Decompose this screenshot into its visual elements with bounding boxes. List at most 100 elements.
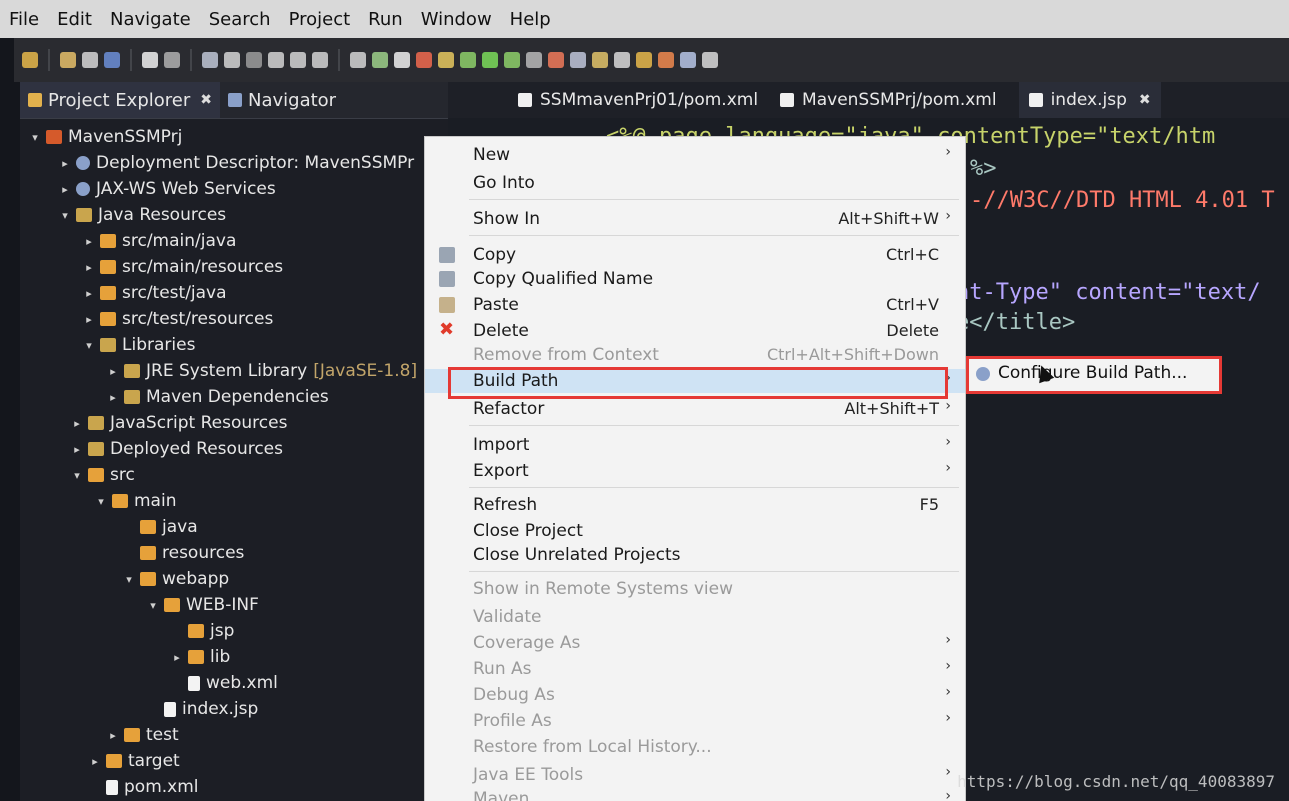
context-menu-item-export[interactable]: Export › (425, 459, 965, 483)
close-icon[interactable]: ✖ (200, 92, 212, 108)
new-class-icon[interactable] (592, 52, 608, 68)
new-icon[interactable] (22, 52, 38, 68)
twisty-icon[interactable]: ▸ (84, 261, 94, 274)
tree-item[interactable]: ▸ Maven Dependencies (108, 384, 329, 410)
tree-item[interactable]: ▾ MavenSSMPrj (30, 124, 182, 150)
tree-item[interactable]: ▸ Deployment Descriptor: MavenSSMPr (60, 150, 414, 176)
stop-icon[interactable] (526, 52, 542, 68)
tree-item[interactable]: ▾ Libraries (84, 332, 195, 358)
context-menu-item-paste[interactable]: Paste Ctrl+V (425, 293, 965, 317)
package-icon[interactable] (438, 52, 454, 68)
tab-navigator[interactable]: Navigator (220, 82, 344, 118)
skip-icon[interactable] (164, 52, 180, 68)
tab-project-explorer[interactable]: Project Explorer ✖ (20, 82, 220, 118)
editor-tab-mavenssmprj-pom[interactable]: MavenSSMPrj/pom.xml (780, 82, 997, 118)
editor-tab-ssmmavenprj01-pom[interactable]: SSMmavenPrj01/pom.xml (518, 82, 758, 118)
context-menu-item-show-in[interactable]: Show In Alt+Shift+W › (425, 207, 965, 231)
context-menu-item-new[interactable]: New › (425, 143, 965, 167)
twisty-icon[interactable]: ▾ (148, 599, 158, 612)
tree-item[interactable]: ▸ src/test/resources (84, 306, 273, 332)
tree-item[interactable]: ▸ JRE System Library [JavaSE-1.8] (108, 358, 417, 384)
twisty-icon[interactable]: ▸ (84, 287, 94, 300)
resume-icon[interactable] (202, 52, 218, 68)
tree-item[interactable]: ▸ src/main/resources (84, 254, 283, 280)
twisty-icon[interactable]: ▸ (72, 443, 82, 456)
open-task-icon[interactable] (394, 52, 410, 68)
tree-item[interactable]: ▸ Deployed Resources (72, 436, 283, 462)
save-icon[interactable] (60, 52, 76, 68)
save-all-icon[interactable] (82, 52, 98, 68)
tree-item[interactable]: pom.xml (90, 774, 199, 800)
tree-item[interactable]: ▸ src/test/java (84, 280, 226, 306)
tree-item[interactable]: ▾ WEB-INF (148, 592, 259, 618)
twisty-icon[interactable]: ▸ (108, 391, 118, 404)
new-java-project-icon[interactable] (570, 52, 586, 68)
twisty-icon[interactable]: ▸ (84, 235, 94, 248)
twisty-icon[interactable]: ▾ (96, 495, 106, 508)
close-icon[interactable]: ✖ (1139, 92, 1151, 108)
context-menu-item-delete[interactable]: ✖ Delete Delete (425, 319, 965, 343)
twisty-icon[interactable]: ▾ (124, 573, 134, 586)
run-icon[interactable] (482, 52, 498, 68)
tree-item[interactable]: ▸ target (90, 748, 179, 774)
tree-item[interactable]: ▸ JAX-WS Web Services (60, 176, 276, 202)
context-menu-item-refresh[interactable]: Refresh F5 (425, 493, 965, 517)
tree-item[interactable]: ▾ main (96, 488, 176, 514)
open-type-icon[interactable] (614, 52, 630, 68)
editor-tab-index-jsp[interactable]: index.jsp ✖ (1018, 82, 1161, 118)
step-into-icon[interactable] (268, 52, 284, 68)
twisty-icon[interactable]: ▾ (60, 209, 70, 222)
context-menu-item-go-into[interactable]: Go Into (425, 171, 965, 195)
twisty-icon[interactable]: ▸ (60, 183, 70, 196)
twisty-icon[interactable]: ▸ (172, 651, 182, 664)
menu-file[interactable]: File (0, 9, 48, 30)
context-menu-item-close-project[interactable]: Close Project (425, 519, 965, 543)
twisty-icon[interactable]: ▾ (84, 339, 94, 352)
menu-search[interactable]: Search (200, 9, 280, 30)
suspend-icon[interactable] (224, 52, 240, 68)
twisty-icon[interactable]: ▸ (84, 313, 94, 326)
deploy-icon[interactable] (548, 52, 564, 68)
folder-open-icon[interactable] (636, 52, 652, 68)
tree-item[interactable]: ▸ JavaScript Resources (72, 410, 287, 436)
context-menu-item-copy-qualified-name[interactable]: Copy Qualified Name (425, 267, 965, 291)
coverage-icon[interactable] (416, 52, 432, 68)
external-tools-icon[interactable] (504, 52, 520, 68)
tree-item[interactable]: ▸ lib (172, 644, 230, 670)
twisty-icon[interactable]: ▸ (108, 729, 118, 742)
step-over-icon[interactable] (290, 52, 306, 68)
tree-item[interactable]: resources (124, 540, 244, 566)
twisty-icon[interactable]: ▸ (60, 157, 70, 170)
debug-icon[interactable] (460, 52, 476, 68)
twisty-icon[interactable]: ▸ (72, 417, 82, 430)
tree-item[interactable]: ▾ src (72, 462, 135, 488)
brush-icon[interactable] (658, 52, 674, 68)
twisty-icon[interactable]: ▾ (30, 131, 40, 144)
context-menu-item-close-unrelated-projects[interactable]: Close Unrelated Projects (425, 543, 965, 567)
step-return-icon[interactable] (312, 52, 328, 68)
use-step-filters-icon[interactable] (350, 52, 366, 68)
tree-item[interactable]: index.jsp (148, 696, 258, 722)
terminate-icon[interactable] (246, 52, 262, 68)
menu-edit[interactable]: Edit (48, 9, 101, 30)
tree-item[interactable]: web.xml (172, 670, 278, 696)
menu-run[interactable]: Run (359, 9, 412, 30)
tree-item[interactable]: jsp (172, 618, 234, 644)
twisty-icon[interactable]: ▸ (90, 755, 100, 768)
tree-item[interactable]: java (124, 514, 198, 540)
menu-window[interactable]: Window (412, 9, 501, 30)
twisty-icon[interactable]: ▸ (108, 365, 118, 378)
context-menu-item-refactor[interactable]: Refactor Alt+Shift+T › (425, 397, 965, 421)
menu-help[interactable]: Help (501, 9, 560, 30)
pin-icon[interactable] (702, 52, 718, 68)
print-icon[interactable] (104, 52, 120, 68)
context-menu-item-copy[interactable]: Copy Ctrl+C (425, 243, 965, 267)
tree-item[interactable]: ▾ webapp (124, 566, 229, 592)
tree-item[interactable]: ▸ test (108, 722, 178, 748)
menu-project[interactable]: Project (280, 9, 360, 30)
search-icon[interactable] (680, 52, 696, 68)
tree-item[interactable]: ▸ src/main/java (84, 228, 236, 254)
server-icon[interactable] (372, 52, 388, 68)
console-icon[interactable] (142, 52, 158, 68)
tree-item[interactable]: ▾ Java Resources (60, 202, 226, 228)
